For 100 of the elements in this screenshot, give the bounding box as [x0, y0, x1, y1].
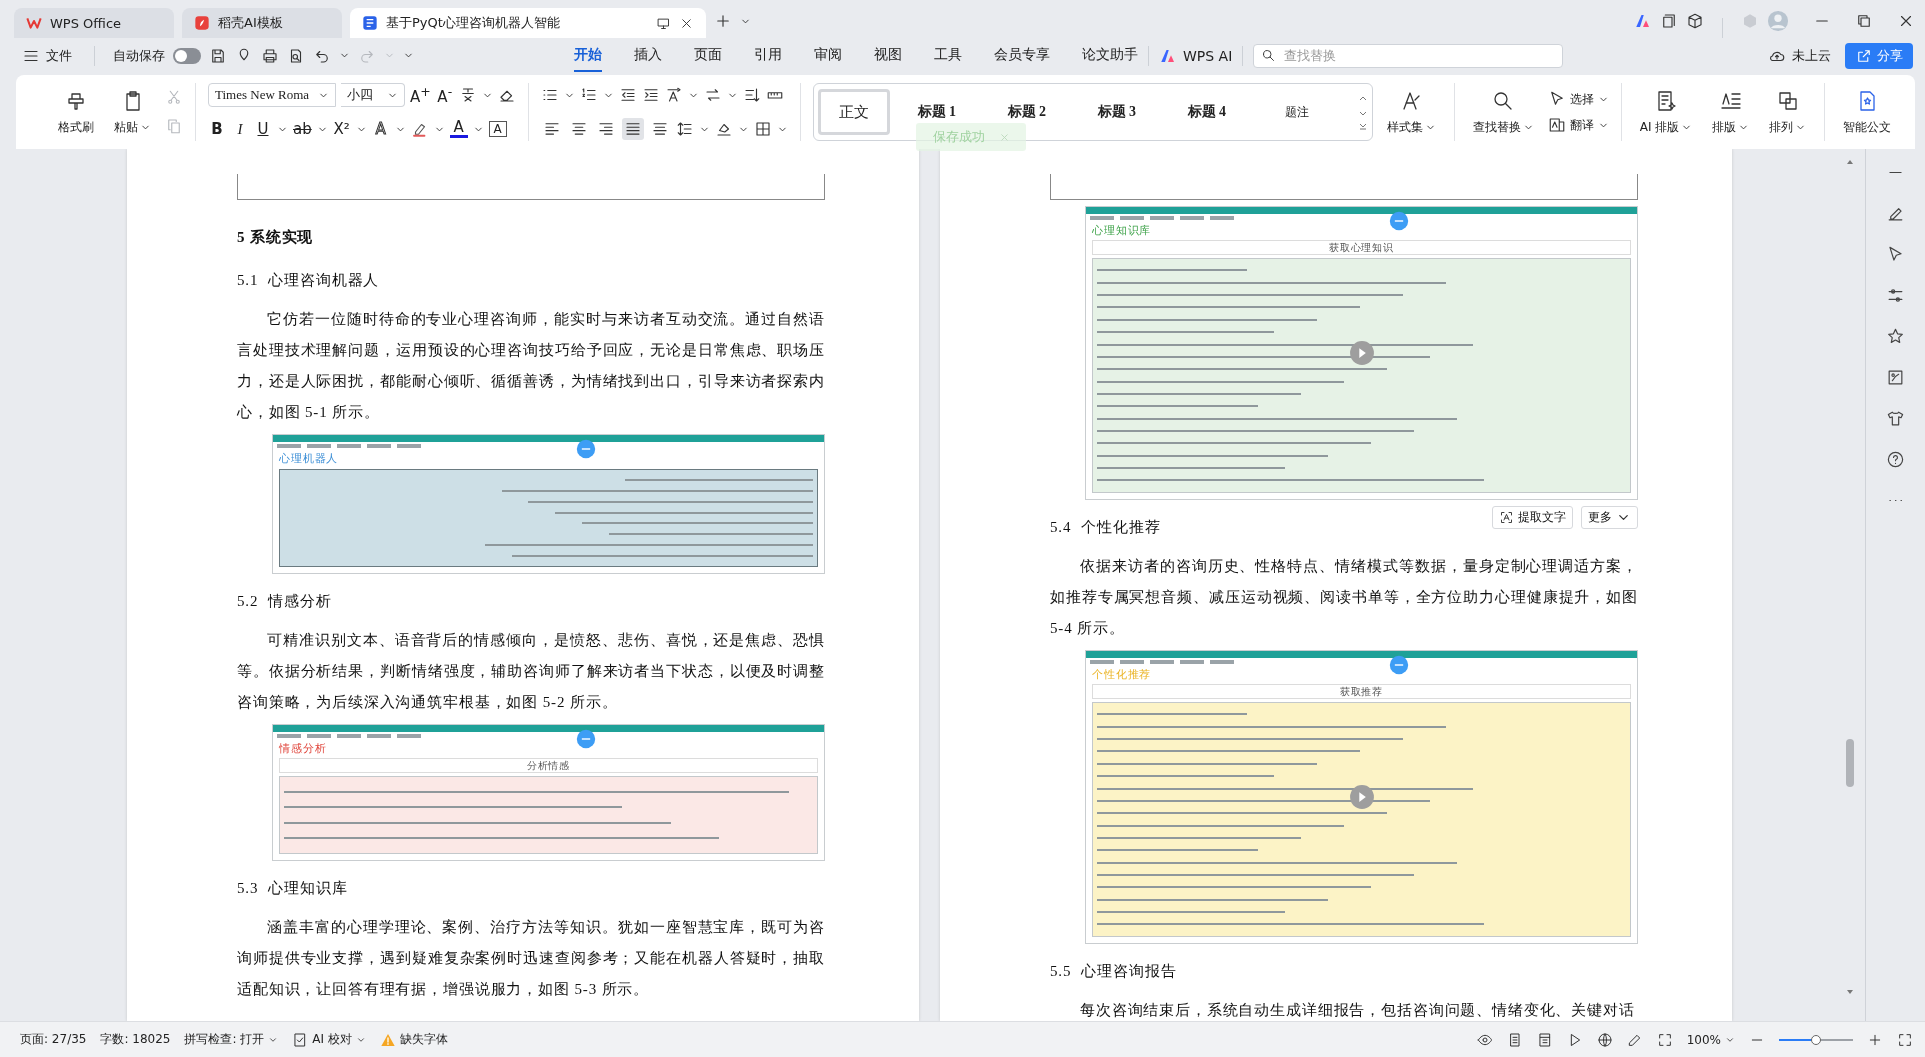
save-icon[interactable]	[209, 46, 227, 65]
layout-button[interactable]: AI 排版	[1633, 86, 1699, 138]
format-button[interactable]: U	[254, 120, 272, 138]
align-lines-icon	[650, 120, 669, 138]
section-title: 心理咨询报告	[1081, 962, 1177, 981]
paste-button[interactable]: 粘贴	[108, 86, 157, 138]
zoom-thumb[interactable]	[1811, 1034, 1821, 1045]
ai-button[interactable]: WPS AI	[1159, 46, 1233, 65]
section-title: 心理知识库	[268, 879, 348, 898]
layout-button[interactable]: 排列	[1763, 86, 1813, 138]
ribbon-tab[interactable]: 页面	[694, 39, 722, 72]
style-option[interactable]: 标题 4	[1163, 89, 1250, 135]
format-button[interactable]: B	[208, 120, 226, 138]
star-icon[interactable]	[1886, 327, 1905, 346]
ribbon-tab[interactable]: 论文助手	[1082, 39, 1138, 72]
line-spacing-icon[interactable]	[675, 120, 694, 138]
format-button[interactable]: A	[488, 121, 507, 137]
timer-badge-icon	[1389, 211, 1410, 231]
font-select[interactable]: Times New Roma	[208, 83, 336, 107]
cube-icon[interactable]	[1686, 12, 1704, 30]
ribbon-tab[interactable]: 审阅	[814, 39, 842, 72]
format-button[interactable]: I	[231, 120, 249, 138]
format-button[interactable]: X²	[332, 120, 351, 138]
format-button[interactable]: ab	[293, 120, 312, 138]
format-button[interactable]: A	[449, 120, 468, 138]
find-replace-button[interactable]: 查找替换	[1466, 86, 1540, 138]
document-tab[interactable]: 稻壳AI模板	[182, 8, 342, 38]
globe-icon[interactable]	[1596, 1031, 1613, 1048]
document-tab[interactable]: 基于PyQt心理咨询机器人智能	[350, 8, 706, 38]
help-icon[interactable]	[1886, 450, 1905, 469]
style-option[interactable]: 题注	[1253, 89, 1340, 135]
extract-text-button[interactable]: 提取文字	[1492, 506, 1573, 529]
format-button[interactable]: A	[371, 120, 390, 138]
search-field[interactable]: 查找替换	[1253, 43, 1564, 68]
section-number: 5.3	[237, 879, 259, 898]
tool-button[interactable]: 翻译	[1547, 116, 1609, 134]
align-button[interactable]	[621, 118, 644, 140]
style-option[interactable]: 标题 2	[983, 89, 1070, 135]
font-size-button[interactable]: A$^{+}$	[410, 84, 431, 106]
ribbon-tab[interactable]: 工具	[934, 39, 962, 72]
screen-heading: 个性化推荐	[1091, 667, 1153, 683]
print-icon[interactable]	[261, 46, 279, 65]
restore-icon[interactable]	[1855, 12, 1873, 30]
sort-icon[interactable]	[742, 86, 761, 104]
text-scan-icon	[1499, 510, 1514, 525]
ribbon-tab[interactable]: 视图	[874, 39, 902, 72]
outdent-icon[interactable]	[618, 86, 637, 104]
screen-heading: 心理机器人	[278, 451, 340, 467]
borders-icon[interactable]	[753, 120, 772, 138]
section-title: 情感分析	[268, 592, 332, 611]
ribbon-tab[interactable]: 插入	[634, 39, 662, 72]
style-option[interactable]: 正文	[817, 89, 890, 135]
missing-font-button[interactable]: 缺失字体	[379, 1031, 448, 1048]
status-dropdown[interactable]: 拼写检查: 打开	[184, 1031, 279, 1048]
scrollbar-thumb[interactable]	[1846, 739, 1854, 787]
screen-icon[interactable]	[656, 15, 671, 31]
copy-window-icon[interactable]	[1660, 12, 1678, 30]
ribbon-tab[interactable]: 会员专享	[994, 39, 1050, 72]
align-lines-icon	[623, 120, 642, 138]
section-title: 心理咨询机器人	[268, 271, 380, 290]
toast-message: 保存成功	[932, 128, 985, 146]
autosave-toggle[interactable]	[173, 47, 201, 64]
section-number: 5.4	[1050, 518, 1072, 537]
sliders-icon[interactable]	[1886, 286, 1905, 305]
zoom-dropdown[interactable]: 100%	[1686, 1032, 1735, 1047]
ribbon-tab[interactable]: 开始	[574, 39, 602, 72]
ai-proofread-button[interactable]: AI 校对	[292, 1031, 366, 1048]
ai-logo-icon[interactable]	[1634, 12, 1652, 30]
format-painter-button[interactable]: 格式刷	[52, 86, 100, 138]
more-button[interactable]: 更多	[1581, 506, 1638, 529]
play-icon[interactable]	[1348, 340, 1375, 366]
body-paragraph: 可精准识别文本、语音背后的情感倾向，是愤怒、悲伤、喜悦，还是焦虑、恐惧等。依据分析结果，判断情绪强度，辅助咨询师了解来访者当下状态，以便及时调整咨询策略，为后续深入沟通筑牢根基，如图 5-2 所示。	[237, 631, 825, 712]
fit-width-icon[interactable]	[1897, 1031, 1913, 1048]
body-paragraph: 每次咨询结束后，系统自动生成详细报告，包括咨询问题、情绪变化、关键对话	[1079, 1001, 1636, 1020]
chapter-heading: 5 系统实现	[237, 228, 315, 247]
font-size-select[interactable]: 小四	[341, 83, 405, 107]
share-button[interactable]: 分享	[1845, 42, 1913, 69]
layout-button[interactable]: 排版	[1706, 86, 1756, 138]
style-option[interactable]: 标题 3	[1073, 89, 1160, 135]
font-size-button[interactable]: A$^{-}$	[435, 84, 454, 106]
search-icon	[1261, 47, 1277, 63]
image-edit-icon[interactable]	[1886, 368, 1905, 387]
shirt-icon[interactable]	[1886, 409, 1905, 428]
fit-screen-icon[interactable]	[1656, 1031, 1673, 1048]
document-tab[interactable]: WPS Office	[14, 8, 174, 38]
indent-icon[interactable]	[641, 86, 660, 104]
tool-button[interactable]: 选择	[1547, 90, 1609, 108]
status-text: 页面: 27/35	[20, 1031, 87, 1048]
play-icon[interactable]	[1348, 784, 1375, 810]
cursor-icon[interactable]	[1886, 245, 1905, 264]
body-paragraph: 涵盖丰富的心理学理论、案例、治疗方法等知识。犹如一座智慧宝库，既可为咨询师提供专业支撑，遇到疑难复杂案例时迅速查阅参考；又能在机器人答疑时，抽取适配知识，让回答有理有据，增强说服力，如图 5-3 所示。	[237, 918, 825, 999]
style-set-button[interactable]: 样式集	[1380, 86, 1442, 138]
cloud-button[interactable]: 未上云	[1768, 46, 1831, 65]
timer-badge-icon	[576, 439, 597, 459]
new-tab-icon[interactable]	[714, 12, 732, 30]
text-direction-icon[interactable]	[664, 86, 683, 104]
file-menu-button[interactable]: 文件	[18, 43, 76, 68]
autosave-label: 自动保存	[113, 46, 165, 65]
smart-document-button[interactable]: 智能公文	[1837, 86, 1898, 138]
ribbon-tab[interactable]: 引用	[754, 39, 782, 72]
